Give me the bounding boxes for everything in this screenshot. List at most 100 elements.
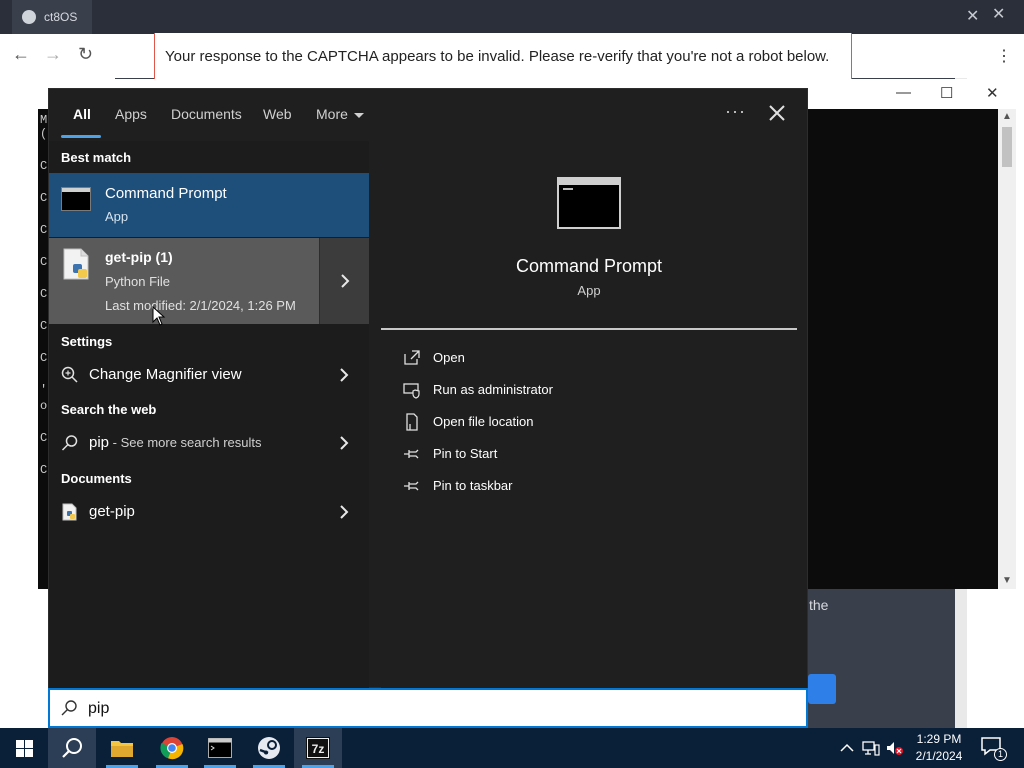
details-divider	[381, 328, 797, 330]
pin-icon	[404, 481, 419, 491]
command-prompt-icon	[61, 187, 91, 211]
window-close-icon[interactable]: ✕	[992, 4, 1005, 24]
tab-web[interactable]: Web	[263, 106, 292, 122]
svg-text:7z: 7z	[312, 742, 325, 756]
file-result-expand-button[interactable]	[319, 238, 369, 324]
file-result-modified: Last modified: 2/1/2024, 1:26 PM	[105, 298, 296, 313]
close-icon[interactable]	[765, 101, 789, 125]
taskbar-search-button[interactable]	[48, 728, 96, 768]
chevron-up-icon[interactable]	[838, 740, 856, 756]
console-line-glyph: (	[40, 127, 48, 141]
command-prompt-icon	[208, 738, 232, 758]
chevron-down-icon	[353, 112, 364, 118]
console-scroll-thumb[interactable]	[1002, 127, 1012, 167]
taskbar-file-explorer[interactable]	[98, 728, 146, 768]
settings-result-label: Change Magnifier view	[89, 366, 242, 383]
console-line-glyph: o	[40, 399, 48, 413]
clock-time: 1:29 PM	[916, 732, 962, 746]
options-button[interactable]: ···	[725, 101, 746, 122]
taskbar: 7z 1:29 PM 2/1/2024 1	[0, 728, 1024, 768]
tab-documents[interactable]: Documents	[171, 106, 242, 122]
python-file-icon	[63, 248, 89, 280]
web-search-result[interactable]: pip - See more search results	[49, 426, 369, 460]
action-open-file-location[interactable]: Open file location	[401, 410, 791, 436]
folder-icon	[111, 741, 133, 757]
pin-icon	[404, 449, 419, 459]
action-pin-to-taskbar[interactable]: Pin to taskbar	[401, 474, 791, 500]
taskbar-chrome[interactable]	[148, 728, 196, 768]
best-match-type: App	[105, 209, 129, 224]
action-pin-to-start-label: Pin to Start	[433, 446, 498, 461]
steam-icon	[258, 737, 280, 759]
command-prompt-large-icon	[557, 177, 621, 229]
notification-center-button[interactable]: 1	[980, 736, 1007, 761]
7zip-icon: 7z	[306, 737, 330, 759]
file-result-main[interactable]: get-pip (1) Python File Last modified: 2…	[49, 238, 319, 324]
file-location-icon	[406, 413, 418, 431]
browser-tabstrip: ct8OS ✕ ✕	[0, 0, 1024, 34]
clock-date: 2/1/2024	[915, 749, 963, 763]
tab-more-label: More	[316, 106, 348, 122]
reload-icon[interactable]: ↻	[78, 44, 93, 65]
start-button[interactable]	[0, 728, 48, 768]
action-pin-to-taskbar-label: Pin to taskbar	[433, 478, 513, 493]
console-line-glyph: '	[40, 383, 48, 397]
search-filter-tabs: All Apps Documents Web More ···	[49, 89, 807, 141]
scroll-up-icon[interactable]: ▲	[1002, 111, 1012, 122]
taskbar-clock[interactable]: 1:29 PM 2/1/2024	[904, 731, 974, 765]
best-match-result[interactable]: Command Prompt App	[49, 173, 369, 237]
action-pin-to-start[interactable]: Pin to Start	[401, 442, 791, 468]
search-input[interactable]	[88, 696, 788, 722]
tab-all[interactable]: All	[73, 106, 91, 122]
active-tab-indicator	[61, 135, 101, 138]
chrome-icon	[160, 737, 184, 760]
globe-icon	[22, 10, 36, 24]
section-settings: Settings	[61, 334, 113, 349]
minimize-icon[interactable]: —	[896, 84, 911, 101]
console-scrollbar[interactable]: ▲ ▼	[998, 109, 1016, 589]
close-icon[interactable]: ✕	[986, 84, 999, 102]
open-icon	[404, 350, 420, 365]
document-result[interactable]: get-pip	[49, 495, 369, 529]
chevron-right-icon[interactable]	[339, 505, 349, 519]
search-icon	[62, 738, 82, 758]
windows-logo-icon	[16, 740, 33, 757]
best-match-name: Command Prompt	[105, 185, 227, 202]
chevron-right-icon[interactable]	[339, 436, 349, 450]
web-search-label: pip - See more search results	[89, 434, 261, 451]
console-line-glyph: C	[40, 319, 48, 333]
action-open-file-location-label: Open file location	[433, 414, 534, 429]
page-submit-button[interactable]	[808, 674, 836, 704]
console-line-glyph: C	[40, 255, 48, 269]
forward-icon[interactable]: →	[44, 44, 62, 65]
back-icon[interactable]: ←	[12, 44, 30, 65]
browser-tab[interactable]: ct8OS	[12, 0, 92, 34]
maximize-icon[interactable]: ☐	[940, 84, 953, 102]
taskbar-command-prompt[interactable]	[196, 728, 244, 768]
result-details-pane: Command Prompt App Open Run as administr…	[381, 153, 807, 689]
action-open[interactable]: Open	[401, 346, 791, 372]
console-line-glyph: C	[40, 159, 48, 173]
section-best-match: Best match	[61, 150, 132, 165]
console-line-glyph: C	[40, 287, 48, 301]
settings-result[interactable]: Change Magnifier view	[49, 358, 369, 392]
scroll-down-icon[interactable]: ▼	[1002, 575, 1012, 586]
console-line-glyph: M	[40, 113, 48, 127]
network-icon[interactable]	[862, 740, 880, 756]
file-result-name: get-pip (1)	[105, 249, 173, 265]
volume-muted-icon[interactable]	[886, 740, 904, 756]
search-box[interactable]	[48, 688, 808, 728]
action-run-as-admin[interactable]: Run as administrator	[401, 378, 791, 404]
notification-count: 1	[994, 748, 1007, 761]
taskbar-steam[interactable]	[245, 728, 293, 768]
file-result[interactable]: get-pip (1) Python File Last modified: 2…	[49, 238, 369, 324]
start-search-panel: All Apps Documents Web More ··· Best mat…	[48, 88, 808, 689]
tab-apps[interactable]: Apps	[115, 106, 147, 122]
taskbar-7zip[interactable]: 7z	[294, 728, 342, 768]
python-file-icon	[62, 503, 77, 521]
tab-more[interactable]: More	[316, 106, 364, 122]
magnifier-icon	[61, 366, 78, 383]
chevron-right-icon[interactable]	[339, 368, 349, 382]
browser-menu-icon[interactable]: ⋮	[996, 46, 1012, 66]
tab-close-icon[interactable]: ✕	[966, 6, 979, 26]
